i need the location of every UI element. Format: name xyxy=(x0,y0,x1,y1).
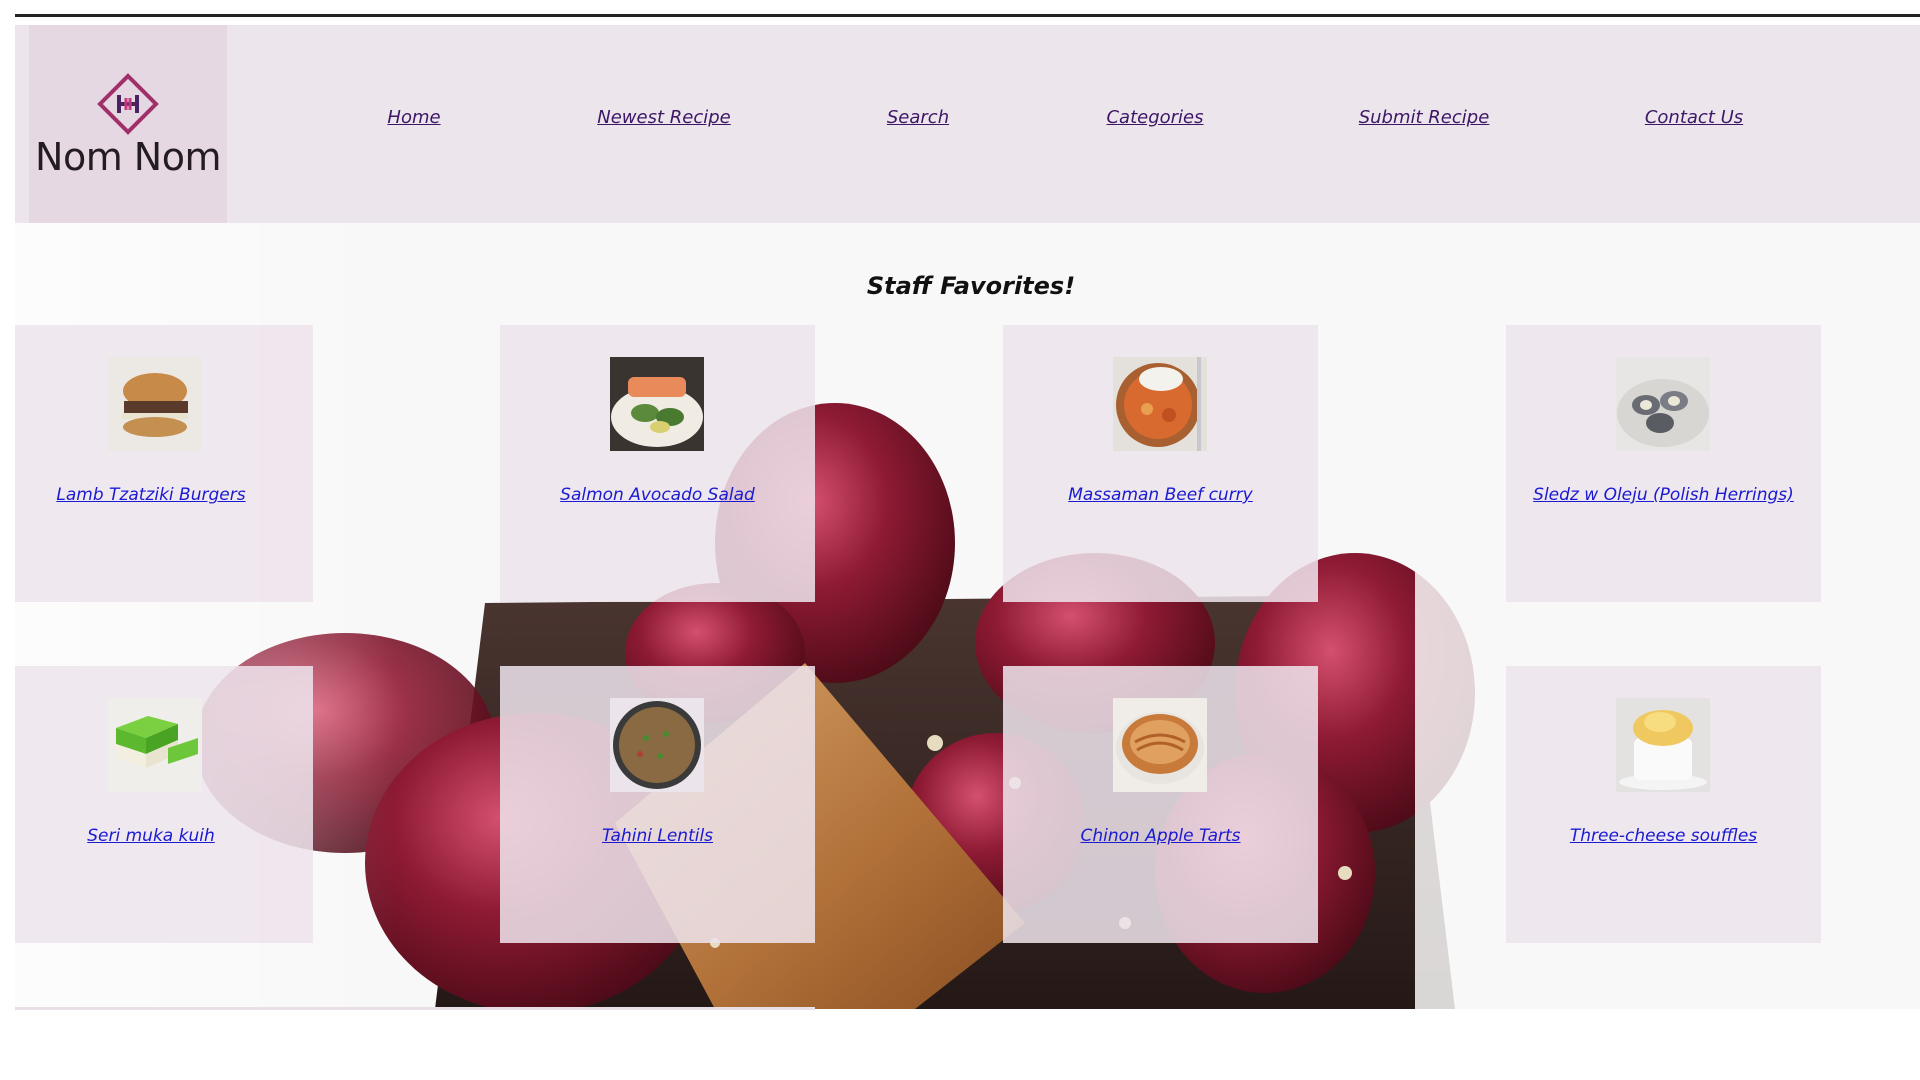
nav-categories[interactable]: Categories xyxy=(1106,107,1203,128)
recipe-link[interactable]: Sledz w Oleju (Polish Herrings) xyxy=(1506,485,1821,505)
top-divider xyxy=(15,14,1920,17)
recipe-link[interactable]: Three-cheese souffles xyxy=(1506,826,1821,846)
main-nav: Home Newest Recipe Search Categories Sub… xyxy=(227,25,1767,223)
recipe-card[interactable]: Three-cheese souffles xyxy=(1506,666,1821,943)
site-header: Nom Nom Home Newest Recipe Search Catego… xyxy=(15,25,1920,223)
nav-home[interactable]: Home xyxy=(387,107,440,128)
burger-photo[interactable] xyxy=(108,357,202,451)
nav-submit-recipe[interactable]: Submit Recipe xyxy=(1359,107,1490,128)
recipe-link[interactable]: Seri muka kuih xyxy=(2,826,300,846)
bottom-divider xyxy=(15,1007,815,1010)
recipe-card[interactable]: Chinon Apple Tarts xyxy=(1003,666,1318,943)
souffle-photo[interactable] xyxy=(1616,698,1710,792)
recipe-card[interactable]: Tahini Lentils xyxy=(500,666,815,943)
nav-newest-recipe[interactable]: Newest Recipe xyxy=(597,107,730,128)
nav-contact-us[interactable]: Contact Us xyxy=(1645,107,1743,128)
section-title: Staff Favorites! xyxy=(866,271,1076,300)
logo-text: Nom Nom xyxy=(35,135,221,179)
recipe-link[interactable]: Massaman Beef curry xyxy=(1003,485,1318,505)
nav-search[interactable]: Search xyxy=(887,107,949,128)
lentils-pan-photo[interactable] xyxy=(610,698,704,792)
apple-tart-photo[interactable] xyxy=(1113,698,1207,792)
recipe-card[interactable]: Salmon Avocado Salad xyxy=(500,325,815,602)
salmon-salad-photo[interactable] xyxy=(610,357,704,451)
recipe-link[interactable]: Lamb Tzatziki Burgers xyxy=(2,485,300,505)
recipe-card[interactable]: Seri muka kuih xyxy=(15,666,313,943)
recipe-card[interactable]: Sledz w Oleju (Polish Herrings) xyxy=(1506,325,1821,602)
recipe-link[interactable]: Chinon Apple Tarts xyxy=(1003,826,1318,846)
recipe-link[interactable]: Salmon Avocado Salad xyxy=(500,485,815,505)
herring-rolls-photo[interactable] xyxy=(1616,357,1710,451)
green-layer-cake-photo[interactable] xyxy=(108,698,202,792)
page: Nom Nom Home Newest Recipe Search Catego… xyxy=(0,0,1920,1080)
recipe-link[interactable]: Tahini Lentils xyxy=(500,826,815,846)
beef-curry-photo[interactable] xyxy=(1113,357,1207,451)
recipe-card[interactable]: Lamb Tzatziki Burgers xyxy=(15,325,313,602)
logo[interactable]: Nom Nom xyxy=(29,25,227,223)
logo-diamond-icon xyxy=(97,73,159,135)
recipe-card[interactable]: Massaman Beef curry xyxy=(1003,325,1318,602)
